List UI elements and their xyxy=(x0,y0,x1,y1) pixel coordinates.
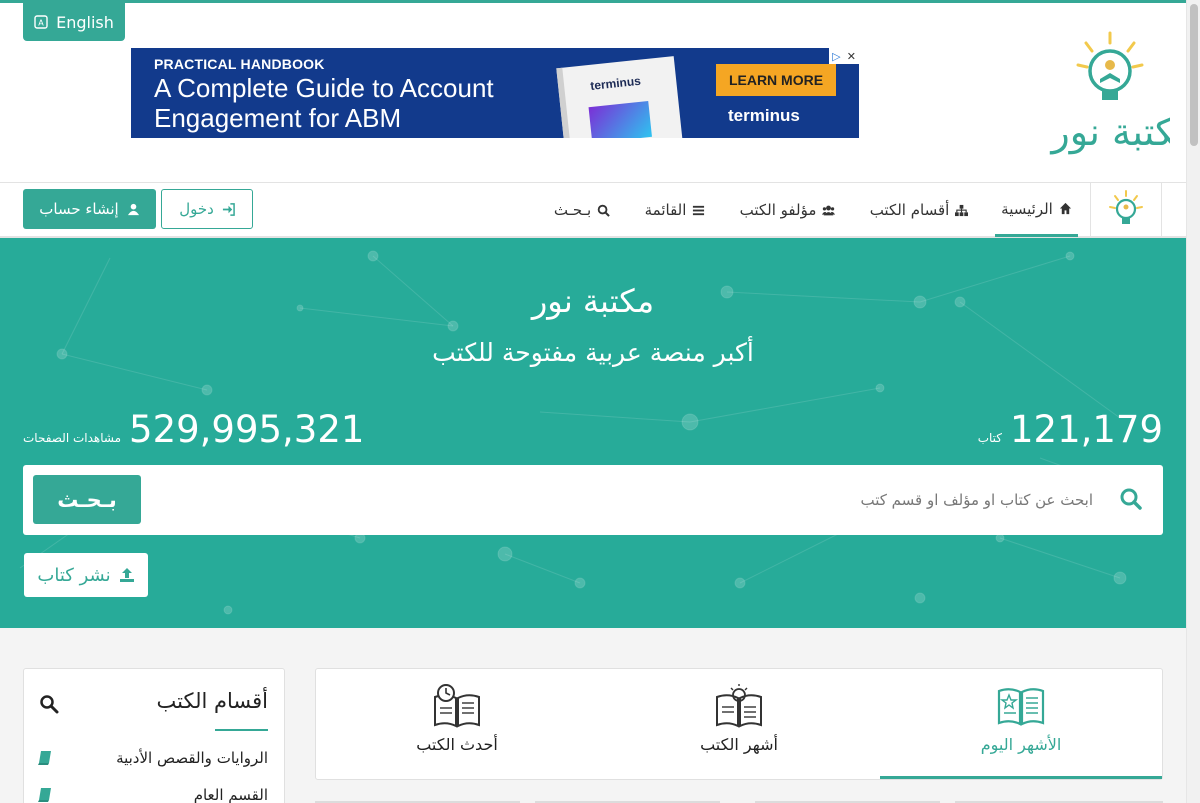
nav-search-label: بـحـث xyxy=(553,201,592,219)
nav-authors[interactable]: مؤلفو الكتب xyxy=(735,183,840,237)
section-item[interactable]: الروايات والقصص الأدبية xyxy=(38,749,268,767)
hero-title: مكتبة نور xyxy=(531,282,655,320)
ad-close-icon[interactable]: ▷ ✕ xyxy=(829,48,859,64)
publish-book-label: نشر كتاب xyxy=(37,564,111,586)
translate-icon: A xyxy=(34,15,48,29)
nav-logo[interactable] xyxy=(1090,183,1162,237)
section-item[interactable]: القسم العام xyxy=(38,786,268,803)
search-icon xyxy=(597,204,610,217)
search-icon[interactable] xyxy=(39,694,59,714)
ad-learn-more-button[interactable]: LEARN MORE xyxy=(716,64,836,96)
scrollbar-thumb[interactable] xyxy=(1190,4,1198,146)
ad-book-brand: terminus xyxy=(589,73,642,93)
search-box: بـحـث xyxy=(23,465,1163,535)
upload-icon xyxy=(119,568,134,582)
ad-book-image: terminus xyxy=(556,56,684,138)
books-count-stat: 121,179 كتاب xyxy=(978,408,1163,451)
register-label: إنشاء حساب xyxy=(39,200,119,218)
tab-newest-label: أحدث الكتب xyxy=(416,735,498,754)
main-navbar: الرئيسية أقسام الكتب مؤلفو الكتب القائمة… xyxy=(0,183,1186,238)
section-item-label: الروايات والقصص الأدبية xyxy=(116,749,268,767)
tab-popular-today-label: الأشهر اليوم xyxy=(980,735,1062,754)
books-count-label: كتاب xyxy=(977,431,1002,445)
register-button[interactable]: إنشاء حساب xyxy=(23,189,156,229)
hero-subtitle: أكبر منصة عربية مفتوحة للكتب xyxy=(432,338,754,367)
login-label: دخول xyxy=(179,200,214,218)
tab-popular-today[interactable]: الأشهر اليوم xyxy=(880,669,1162,779)
advertisement-banner[interactable]: PRACTICAL HANDBOOK A Complete Guide to A… xyxy=(131,48,859,138)
book-icon xyxy=(38,751,51,765)
login-button[interactable]: دخول xyxy=(161,189,253,229)
home-icon xyxy=(1059,202,1071,215)
book-sections-card: أقسام الكتب الروايات والقصص الأدبية القس… xyxy=(23,668,285,803)
title-underline xyxy=(215,729,268,731)
sitemap-icon xyxy=(955,204,969,216)
bars-icon xyxy=(693,205,705,215)
views-count-label: مشاهدات الصفحات xyxy=(23,431,122,445)
site-header: A English PRACTICAL HANDBOOK A Complete … xyxy=(0,3,1186,183)
ad-kicker: PRACTICAL HANDBOOK xyxy=(154,56,325,72)
page: A English PRACTICAL HANDBOOK A Complete … xyxy=(0,0,1200,803)
nav-sections[interactable]: أقسام الكتب xyxy=(866,183,972,237)
search-input[interactable] xyxy=(153,477,1093,523)
views-count: 529,995,321 xyxy=(129,408,365,451)
publish-book-button[interactable]: نشر كتاب xyxy=(24,553,148,597)
nav-menu[interactable]: القائمة xyxy=(640,183,710,237)
scrollbar[interactable] xyxy=(1186,0,1200,803)
nav-home-label: الرئيسية xyxy=(1001,199,1053,218)
user-icon xyxy=(127,203,139,215)
views-count-stat: مشاهدات الصفحات 529,995,321 xyxy=(23,408,364,451)
search-icon xyxy=(1120,488,1142,510)
search-submit-button[interactable]: بـحـث xyxy=(33,475,141,524)
nav-authors-label: مؤلفو الكتب xyxy=(739,201,817,219)
lightbulb-logo-icon xyxy=(1109,190,1143,224)
nav-search[interactable]: بـحـث xyxy=(550,183,614,237)
nav-menu-label: القائمة xyxy=(644,201,687,219)
books-count: 121,179 xyxy=(1009,408,1163,451)
hero-section: مكتبة نور أكبر منصة عربية مفتوحة للكتب 1… xyxy=(0,238,1186,628)
users-icon xyxy=(822,205,836,215)
language-switch-button[interactable]: A English xyxy=(23,3,125,41)
sign-in-icon xyxy=(222,202,235,216)
ad-brand: terminus xyxy=(728,106,800,125)
book-lightbulb-icon xyxy=(716,684,762,728)
book-tabs-card: الأشهر اليوم أشهر الكتب أحدث الكتب xyxy=(315,668,1163,780)
logo-wordmark: مكتبة نور xyxy=(1049,110,1170,155)
section-item-label: القسم العام xyxy=(193,786,268,803)
ad-book-art xyxy=(588,101,652,138)
nav-home[interactable]: الرئيسية xyxy=(995,183,1078,237)
ad-headline: A Complete Guide to Account Engagement f… xyxy=(154,73,494,133)
site-logo[interactable]: مكتبة نور xyxy=(1040,27,1170,157)
svg-text:A: A xyxy=(38,19,44,28)
book-icon xyxy=(38,788,51,802)
open-book-star-icon xyxy=(997,688,1045,726)
tab-most-popular-label: أشهر الكتب xyxy=(700,735,778,754)
book-sections-title: أقسام الكتب xyxy=(156,689,268,713)
tab-newest[interactable]: أحدث الكتب xyxy=(316,669,598,779)
language-switch-label: English xyxy=(56,12,114,32)
book-grid-top-edge xyxy=(315,801,1163,803)
tab-most-popular[interactable]: أشهر الكتب xyxy=(598,669,880,779)
book-clock-icon xyxy=(434,684,480,728)
nav-sections-label: أقسام الكتب xyxy=(869,201,950,219)
